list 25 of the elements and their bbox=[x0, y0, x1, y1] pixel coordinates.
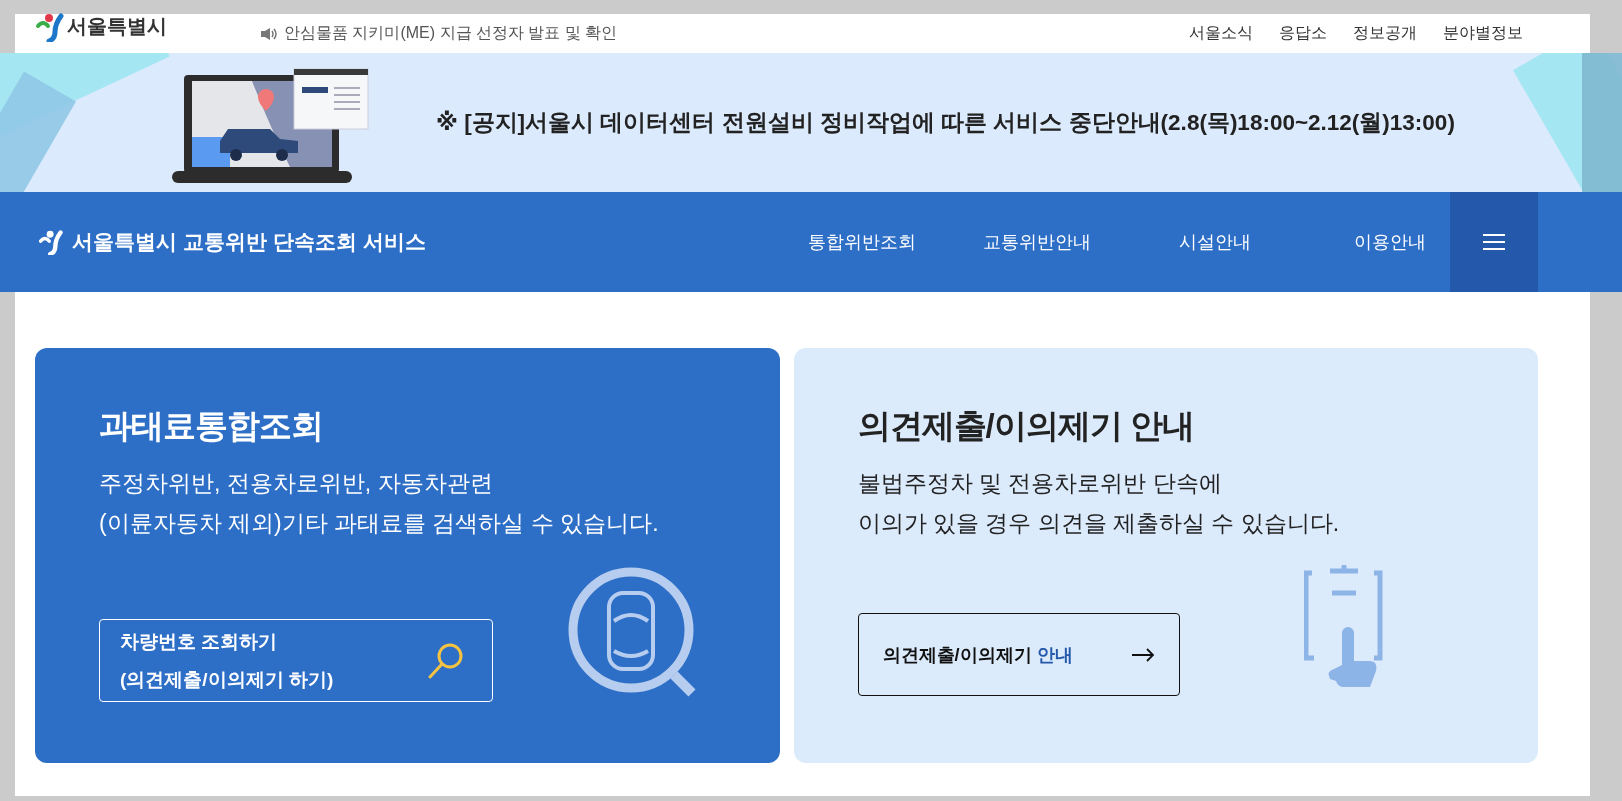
top-link[interactable]: 분야별정보 bbox=[1443, 23, 1523, 44]
city-logo-icon bbox=[35, 11, 65, 42]
card-title: 의견제출/이의제기 안내 bbox=[857, 406, 1195, 446]
vehicle-lookup-button[interactable]: 차량번호 조회하기 (의견제출/이의제기 하기) bbox=[99, 619, 493, 702]
card-description: 불법주정차 및 전용차로위반 단속에 이의가 있을 경우 의견을 제출하실 수 있습니다. bbox=[857, 469, 1341, 538]
speaker-icon bbox=[260, 26, 278, 41]
top-link[interactable]: 정보공개 bbox=[1353, 23, 1417, 44]
card-title: 과태료통합조회 bbox=[99, 406, 324, 446]
nav-menu-item[interactable]: 이용안내 bbox=[1251, 230, 1426, 254]
nav-menu-item[interactable]: 시설안내 bbox=[1091, 230, 1251, 254]
notice-link[interactable]: 안심물품 지키미(ME) 지급 선정자 발표 및 확인 bbox=[284, 23, 618, 44]
service-notice[interactable]: ※ [공지]서울시 데이터센터 전원설비 정비작업에 따른 서비스 중단안내(2.8(목)18:00~2.12(월)13:00) bbox=[436, 107, 1455, 138]
top-link[interactable]: 응답소 bbox=[1279, 23, 1327, 44]
nav-menu-item[interactable]: 교통위반안내 bbox=[916, 230, 1091, 254]
menu-icon bbox=[1483, 234, 1505, 250]
city-logo-text[interactable]: 서울특별시 bbox=[67, 12, 167, 40]
appeal-guide-button[interactable]: 의견제출/이의제기 안내 bbox=[857, 613, 1180, 696]
arrow-right-icon bbox=[1130, 647, 1155, 662]
menu-button[interactable] bbox=[1450, 192, 1538, 292]
city-logo-icon bbox=[36, 229, 66, 255]
clipboard-hand-icon bbox=[1304, 565, 1384, 690]
nav-menu-item[interactable]: 통합위반조회 bbox=[808, 230, 916, 254]
service-title[interactable]: 서울특별시 교통위반 단속조회 서비스 bbox=[72, 228, 426, 256]
card-description: 주정차위반, 전용차로위반, 자동차관련 (이륜자동차 제외)기타 과태료를 검색하실 수 있습니다. bbox=[99, 469, 660, 538]
top-link[interactable]: 서울소식 bbox=[1189, 23, 1253, 44]
